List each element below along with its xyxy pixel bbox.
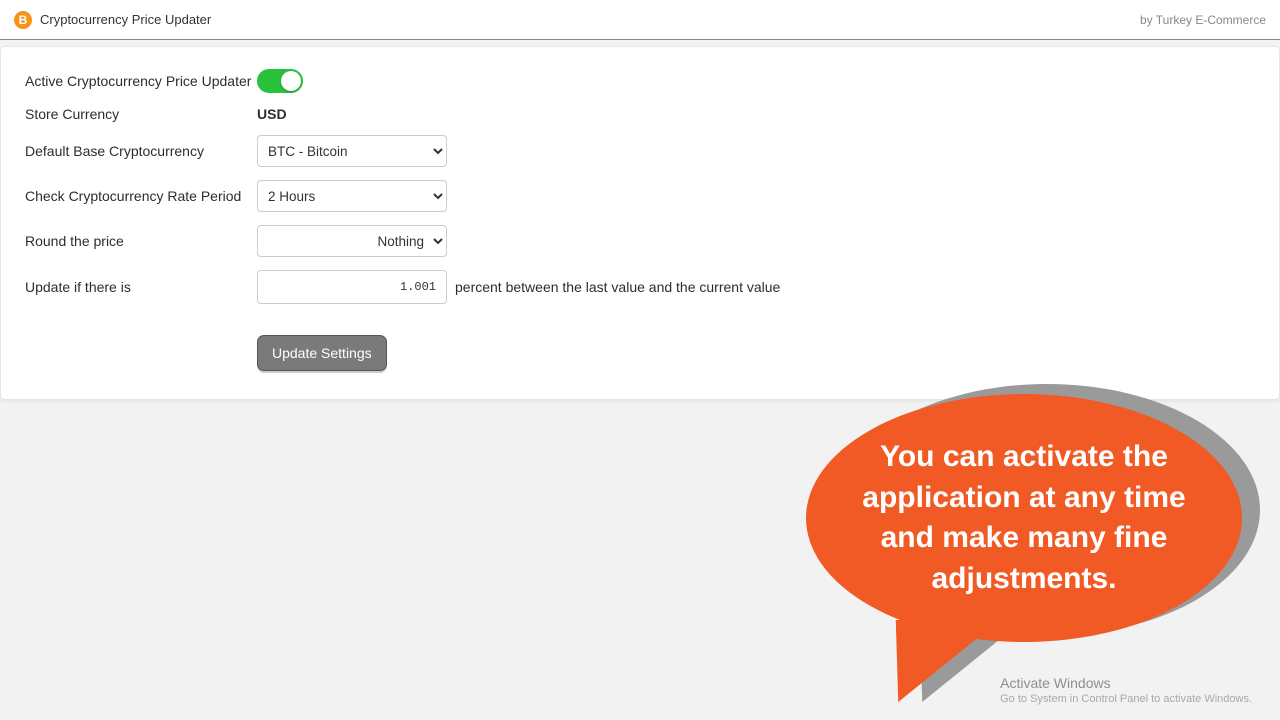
windows-activation-watermark: Activate Windows Go to System in Control…	[1000, 674, 1252, 706]
update-if-label: Update if there is	[25, 279, 257, 295]
bitcoin-icon: B	[14, 11, 32, 29]
update-if-helper: percent between the last value and the c…	[455, 279, 780, 295]
app-title: Cryptocurrency Price Updater	[40, 12, 211, 27]
watermark-line1: Activate Windows	[1000, 674, 1252, 692]
update-if-input[interactable]	[257, 270, 447, 304]
rate-period-select[interactable]: 2 Hours	[257, 180, 447, 212]
base-crypto-select[interactable]: BTC - Bitcoin	[257, 135, 447, 167]
update-settings-button[interactable]: Update Settings	[257, 335, 387, 371]
bubble-text: You can activate the application at any …	[844, 437, 1204, 599]
header-left: B Cryptocurrency Price Updater	[14, 11, 211, 29]
round-price-select[interactable]: Nothing	[257, 225, 447, 257]
round-price-label: Round the price	[25, 233, 257, 249]
rate-period-label: Check Cryptocurrency Rate Period	[25, 188, 257, 204]
store-currency-label: Store Currency	[25, 106, 257, 122]
settings-panel: Active Cryptocurrency Price Updater Stor…	[0, 46, 1280, 400]
active-toggle[interactable]	[257, 69, 303, 93]
header-byline: by Turkey E-Commerce	[1140, 13, 1266, 27]
speech-bubble: You can activate the application at any …	[800, 378, 1270, 718]
toggle-knob	[281, 71, 301, 91]
watermark-line2: Go to System in Control Panel to activat…	[1000, 692, 1252, 706]
store-currency-value: USD	[257, 106, 287, 122]
base-crypto-label: Default Base Cryptocurrency	[25, 143, 257, 159]
active-label: Active Cryptocurrency Price Updater	[25, 73, 257, 89]
bubble-body: You can activate the application at any …	[806, 394, 1242, 642]
app-header: B Cryptocurrency Price Updater by Turkey…	[0, 0, 1280, 40]
